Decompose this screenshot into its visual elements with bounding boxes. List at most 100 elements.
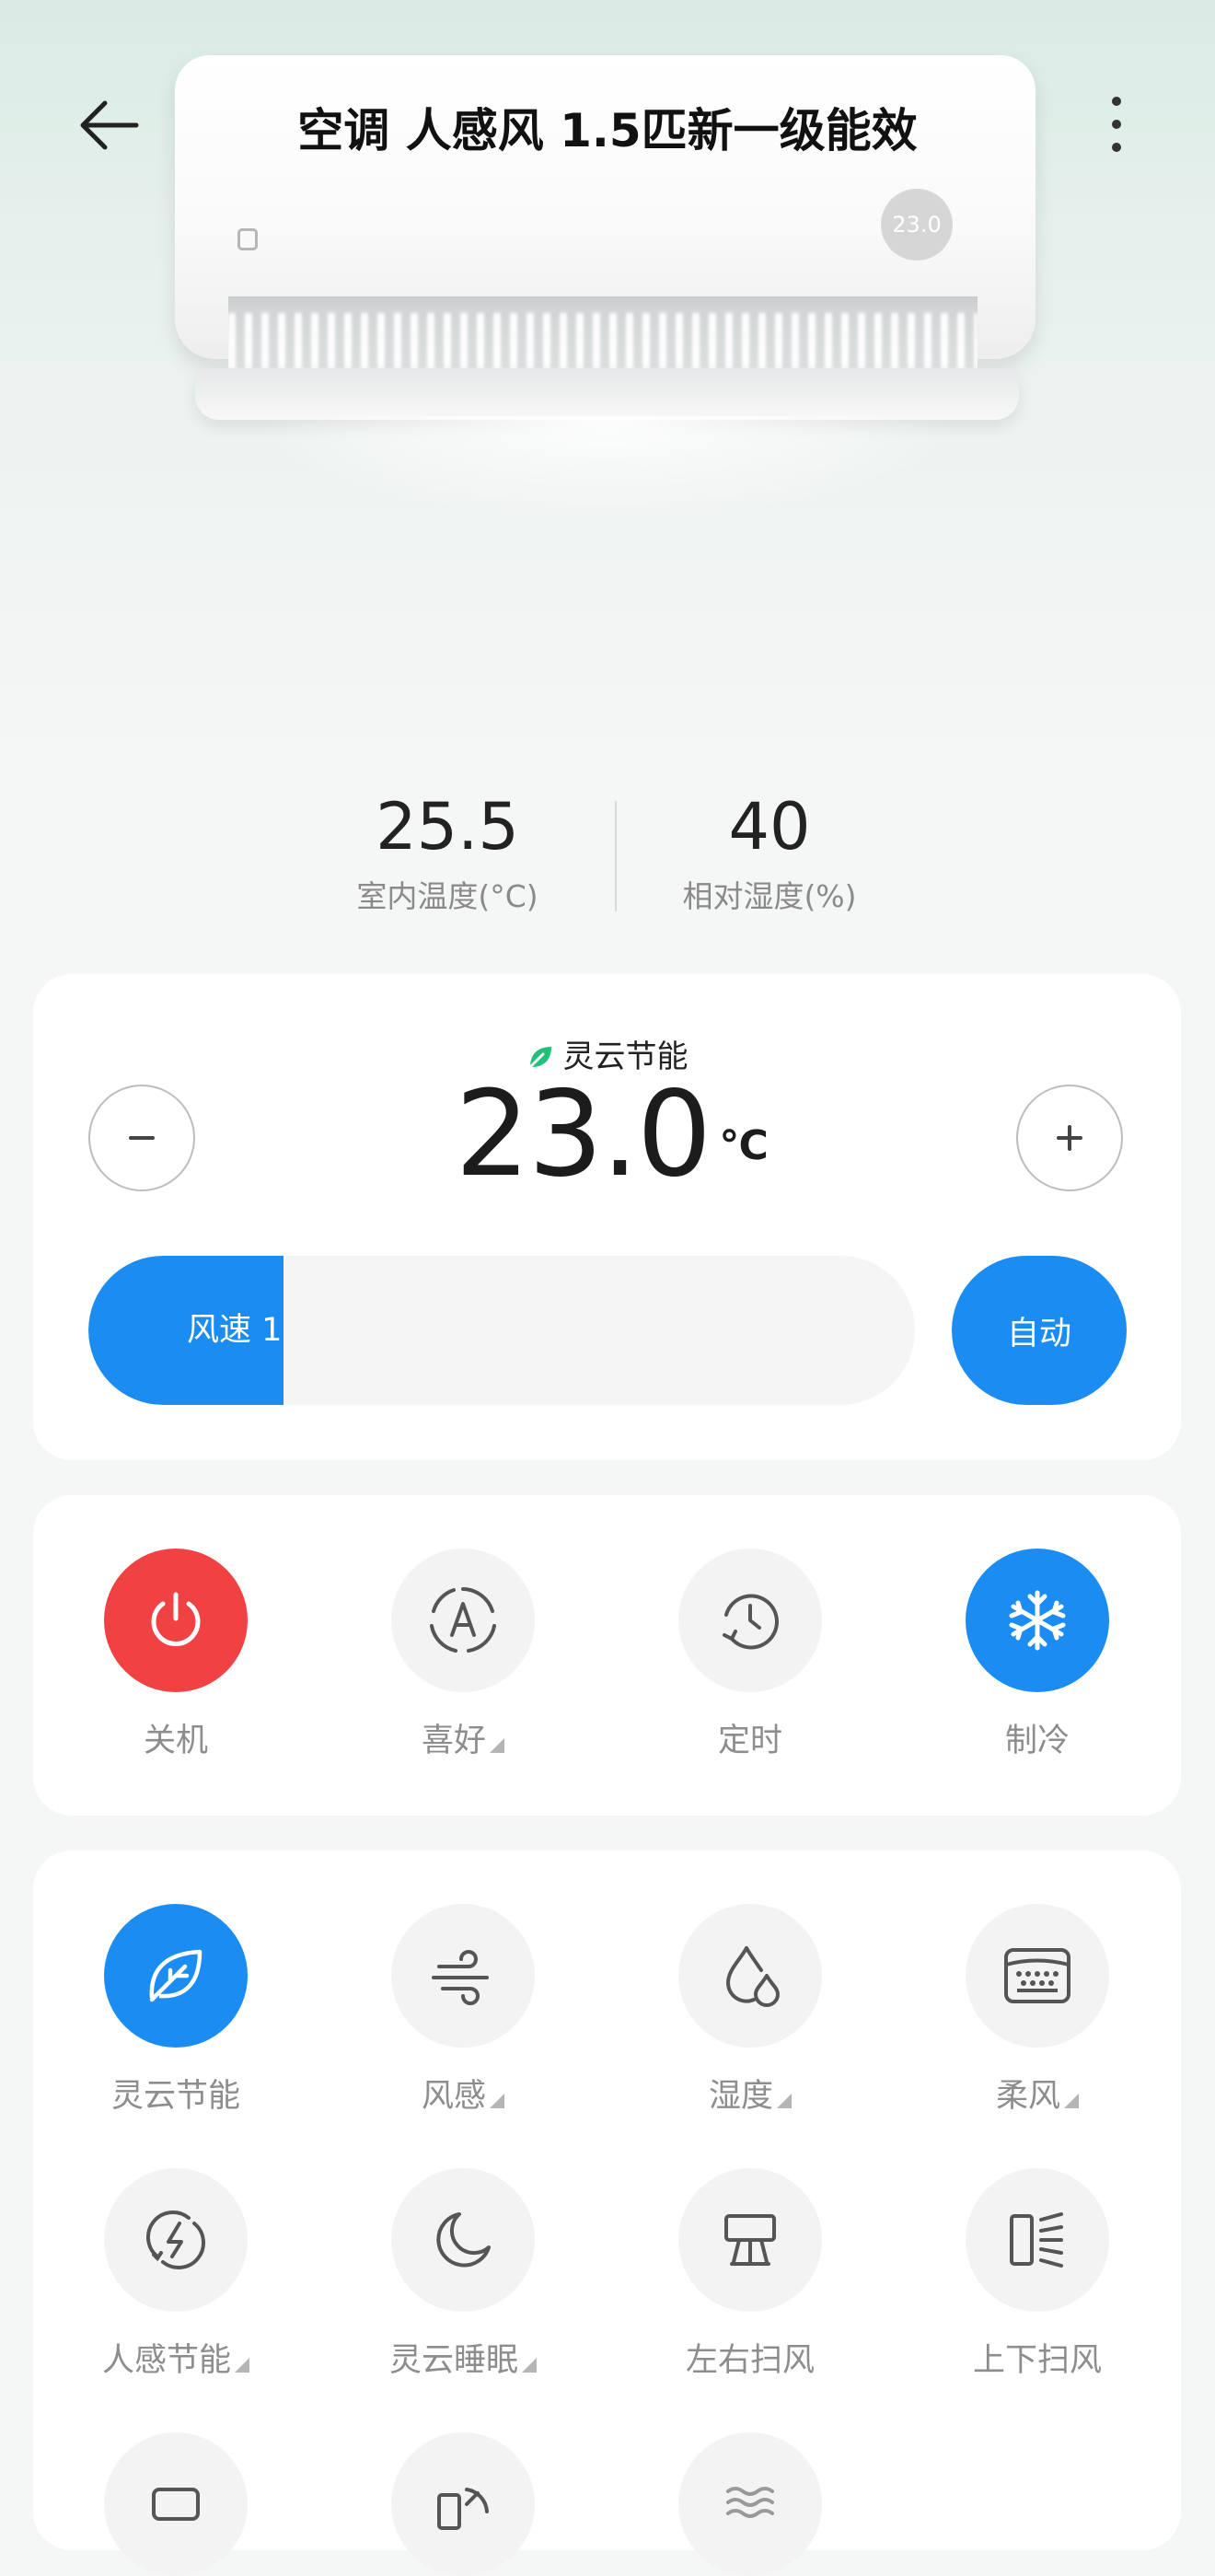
ac-temperature-display: 23.0 <box>881 189 953 261</box>
smart-sleep-label-text: 灵云睡眠 <box>388 2342 518 2379</box>
indoor-temperature-reading: 25.5 室内温度(°C) <box>309 787 585 916</box>
presence-energy-label-text: 人感节能 <box>101 2342 231 2379</box>
submenu-indicator-icon <box>490 2094 504 2108</box>
preference-button[interactable]: 喜好 <box>357 1549 569 1761</box>
display-button[interactable] <box>70 2432 282 2576</box>
eco-energy-button-circle <box>104 1904 248 2048</box>
eco-energy-label: 灵云节能 <box>70 2070 282 2117</box>
increase-temperature-button[interactable] <box>1016 1085 1123 1191</box>
preference-button-label: 喜好 <box>357 1714 569 1761</box>
indoor-temperature-value: 25.5 <box>376 789 519 864</box>
preference-label-text: 喜好 <box>421 1723 486 1759</box>
submenu-indicator-icon <box>522 2358 537 2373</box>
humidity-label: 相对湿度(%) <box>682 878 857 914</box>
presence-energy-icon <box>146 2210 205 2269</box>
target-temperature: 23.0 ℃ <box>33 1066 1181 1204</box>
fan-auto-button[interactable]: 自动 <box>952 1256 1127 1405</box>
power-button[interactable]: 关机 <box>70 1549 282 1761</box>
airflow-mist <box>258 416 957 517</box>
fan-speed-slider[interactable]: 风速 1 <box>88 1256 915 1405</box>
temperature-unit: ℃ <box>719 1122 769 1169</box>
target-temperature-value: 23.0 <box>455 1066 712 1203</box>
heat-mode-button[interactable] <box>644 2432 856 2576</box>
moon-icon <box>436 2212 491 2268</box>
timer-button-circle <box>678 1549 822 1692</box>
ac-flap <box>195 368 1019 420</box>
vertical-swing-label: 上下扫风 <box>932 2334 1143 2381</box>
wind-feel-button[interactable]: 风感 <box>357 1904 569 2117</box>
clean-button[interactable] <box>357 2432 569 2576</box>
timer-icon <box>723 1594 779 1650</box>
cool-mode-button-circle <box>966 1549 1109 1692</box>
mi-logo-icon <box>237 228 258 250</box>
vertical-swing-button[interactable]: 上下扫风 <box>932 2168 1143 2381</box>
humidity-button-circle <box>678 1904 822 2048</box>
submenu-indicator-icon <box>490 1738 504 1753</box>
horizontal-swing-button-circle <box>678 2168 822 2312</box>
submenu-indicator-icon <box>777 2094 792 2108</box>
presence-energy-label: 人感节能 <box>70 2334 282 2381</box>
more-vertical-icon <box>1112 97 1121 152</box>
functions-card: 灵云节能 风感 湿度 柔风 人感节能 灵云睡眠 左右扫风 上下扫风 <box>33 1851 1181 2576</box>
humidity-button-label: 湿度 <box>644 2070 856 2117</box>
humidity-reading: 40 相对湿度(%) <box>631 787 908 916</box>
power-button-circle <box>104 1549 248 1692</box>
preference-button-circle <box>391 1549 535 1692</box>
soft-wind-label-text: 柔风 <box>995 2078 1060 2115</box>
page-title: 空调 人感风 1.5匹新一级能效 <box>297 104 918 157</box>
cool-mode-button-label: 制冷 <box>932 1714 1143 1761</box>
wind-feel-label-text: 风感 <box>421 2078 486 2115</box>
fan-speed-label: 风速 1 <box>187 1312 283 1349</box>
soft-wind-button[interactable]: 柔风 <box>932 1904 1143 2117</box>
smart-sleep-label: 灵云睡眠 <box>357 2334 569 2381</box>
submenu-indicator-icon <box>1064 2094 1079 2108</box>
readings-divider <box>615 801 617 911</box>
cool-mode-label-text: 制冷 <box>1004 1723 1070 1759</box>
soft-wind-icon <box>1004 1948 1070 2003</box>
eco-energy-label-text: 灵云节能 <box>110 2078 240 2115</box>
eco-energy-button[interactable]: 灵云节能 <box>70 1904 282 2117</box>
self-clean-icon <box>437 2488 489 2530</box>
snowflake-icon <box>1009 1590 1066 1651</box>
back-button[interactable] <box>72 92 145 158</box>
power-label-text: 关机 <box>143 1723 208 1759</box>
fan-auto-label: 自动 <box>1006 1315 1071 1352</box>
vertical-swing-icon <box>1010 2212 1063 2268</box>
presence-energy-button[interactable]: 人感节能 <box>70 2168 282 2381</box>
wind-feel-button-circle <box>391 1904 535 2048</box>
indoor-temperature-label: 室内温度(°C) <box>356 878 538 914</box>
horizontal-swing-label: 左右扫风 <box>644 2334 856 2381</box>
submenu-indicator-icon <box>235 2358 249 2373</box>
display-icon <box>152 2488 200 2521</box>
primary-controls-card: 关机 喜好 定时 制冷 <box>33 1495 1181 1816</box>
timer-button-label: 定时 <box>644 1714 856 1761</box>
wind-feel-label: 风感 <box>357 2070 569 2117</box>
power-button-label: 关机 <box>70 1714 282 1761</box>
leaf-icon <box>149 1949 202 2002</box>
plus-icon <box>1057 1125 1082 1151</box>
smart-sleep-button[interactable]: 灵云睡眠 <box>357 2168 569 2381</box>
vertical-swing-label-text: 上下扫风 <box>972 2342 1102 2379</box>
more-options-button[interactable] <box>1086 90 1147 158</box>
soft-wind-button-circle <box>966 1904 1109 2048</box>
arrow-left-icon <box>80 100 139 150</box>
humidity-icon <box>725 1946 780 2007</box>
clean-button-circle <box>391 2432 535 2576</box>
soft-wind-label: 柔风 <box>932 2070 1143 2117</box>
waves-icon <box>726 2487 774 2518</box>
timer-button[interactable]: 定时 <box>644 1549 856 1761</box>
cool-mode-button[interactable]: 制冷 <box>932 1549 1143 1761</box>
horizontal-swing-button[interactable]: 左右扫风 <box>644 2168 856 2381</box>
humidity-button[interactable]: 湿度 <box>644 1904 856 2117</box>
timer-label-text: 定时 <box>717 1723 782 1759</box>
heat-mode-button-circle <box>678 2432 822 2576</box>
humidity-label-text: 湿度 <box>708 2078 773 2115</box>
horizontal-swing-label-text: 左右扫风 <box>685 2342 815 2379</box>
power-icon <box>151 1592 201 1646</box>
display-button-circle <box>104 2432 248 2576</box>
vertical-swing-button-circle <box>966 2168 1109 2312</box>
presence-energy-button-circle <box>104 2168 248 2312</box>
auto-mode-icon <box>430 1587 496 1653</box>
temperature-card: 灵云节能 23.0 ℃ 风速 1 自动 <box>33 974 1181 1460</box>
horizontal-swing-icon <box>724 2214 776 2266</box>
